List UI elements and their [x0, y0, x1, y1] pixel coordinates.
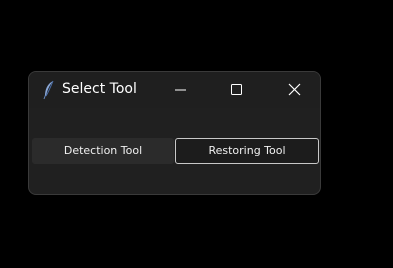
maximize-icon — [231, 84, 242, 95]
minimize-icon — [175, 89, 186, 91]
detection-tool-button[interactable]: Detection Tool — [32, 138, 174, 164]
close-button[interactable] — [270, 72, 316, 108]
minimize-button[interactable] — [157, 72, 203, 108]
close-icon — [288, 83, 301, 96]
title-bar[interactable]: Select Tool — [29, 72, 320, 108]
maximize-button[interactable] — [213, 72, 259, 108]
select-tool-window: Select Tool Detection Tool Restoring Too… — [28, 71, 321, 195]
feather-icon — [42, 80, 56, 100]
restoring-tool-button[interactable]: Restoring Tool — [175, 138, 319, 164]
window-title: Select Tool — [62, 81, 137, 97]
